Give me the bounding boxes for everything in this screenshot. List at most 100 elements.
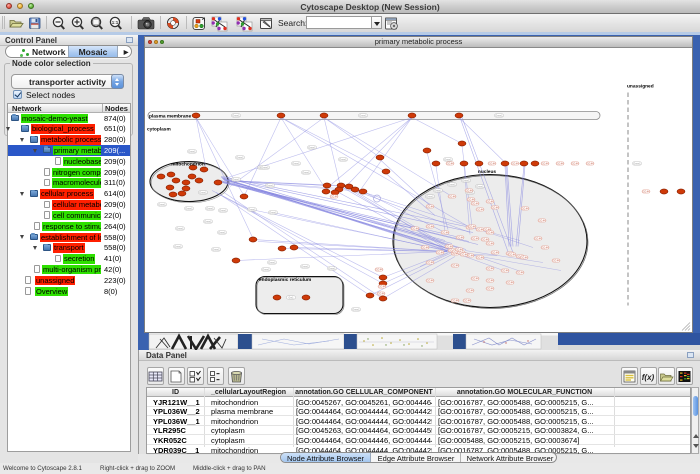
svg-text:GO:44: GO:44 (476, 208, 484, 211)
svg-text:Gmm1: Gmm1 (434, 189, 442, 192)
svg-text:mitochondrion: mitochondrion (171, 162, 205, 168)
svg-text:plasma membrane: plasma membrane (149, 113, 191, 119)
svg-text:GO:44: GO:44 (426, 225, 434, 228)
svg-text:GO:44: GO:44 (467, 198, 475, 201)
svg-text:Gmm1: Gmm1 (308, 146, 316, 149)
svg-text:Gmm1: Gmm1 (219, 209, 227, 212)
svg-text:GO:44: GO:44 (586, 162, 594, 165)
svg-text:GO:44: GO:44 (511, 162, 519, 165)
svg-text:GO:44: GO:44 (486, 200, 494, 203)
svg-text:GO:44: GO:44 (468, 225, 476, 228)
svg-text:GO:44: GO:44 (378, 285, 386, 288)
svg-text:GO:44: GO:44 (488, 162, 496, 165)
svg-text:unassigned: unassigned (627, 84, 654, 90)
svg-text:GO:44: GO:44 (491, 251, 499, 254)
svg-text:Gmm1: Gmm1 (199, 191, 207, 194)
svg-text:Gmm1: Gmm1 (185, 207, 193, 210)
svg-text:Gmm1: Gmm1 (158, 203, 166, 206)
svg-text:1:1: 1:1 (112, 20, 119, 25)
svg-text:GO:44: GO:44 (471, 202, 479, 205)
svg-text:GO:44: GO:44 (460, 253, 468, 256)
svg-text:GO:44: GO:44 (426, 205, 434, 208)
svg-text:GO:44: GO:44 (436, 251, 444, 254)
svg-text:GO:44: GO:44 (486, 231, 494, 234)
svg-text:GO:44: GO:44 (571, 162, 579, 165)
svg-text:GO:44: GO:44 (486, 287, 494, 290)
svg-text:Gm1: Gm1 (288, 296, 294, 299)
svg-text:Gmm1: Gmm1 (212, 248, 220, 251)
svg-text:GO:44: GO:44 (501, 269, 509, 272)
svg-text:GO:44: GO:44 (491, 206, 499, 209)
svg-text:Gmm1: Gmm1 (495, 114, 503, 117)
svg-text:GO:44: GO:44 (556, 162, 564, 165)
svg-text:GO:44: GO:44 (642, 190, 650, 193)
svg-text:Gmm1: Gmm1 (218, 231, 226, 234)
svg-text:GO:44: GO:44 (451, 299, 459, 302)
svg-text:GO:44: GO:44 (476, 256, 484, 259)
svg-text:Gmm1: Gmm1 (352, 308, 360, 311)
svg-text:Gmm1: Gmm1 (301, 265, 309, 268)
svg-text:GO:44: GO:44 (541, 162, 549, 165)
svg-text:GO:44: GO:44 (455, 248, 463, 251)
svg-text:GO:44: GO:44 (508, 253, 516, 256)
svg-text:Gmm1: Gmm1 (236, 156, 244, 159)
svg-text:GO:44: GO:44 (486, 279, 494, 282)
svg-text:GO:44: GO:44 (463, 299, 471, 302)
svg-text:Gmm1: Gmm1 (262, 268, 270, 271)
svg-text:GO:44: GO:44 (465, 189, 473, 192)
svg-text:Gmm1: Gmm1 (232, 178, 240, 181)
svg-text:Gmm1: Gmm1 (232, 114, 240, 117)
svg-text:Gmm1: Gmm1 (176, 227, 184, 230)
svg-text:GO:44: GO:44 (486, 242, 494, 245)
svg-text:GO:44: GO:44 (445, 245, 453, 248)
svg-text:GO:44: GO:44 (421, 246, 429, 249)
svg-text:Gmm1: Gmm1 (328, 267, 336, 270)
svg-text:GO:44: GO:44 (541, 246, 549, 249)
svg-text:Gmm1: Gmm1 (359, 114, 367, 117)
svg-text:nucleus: nucleus (478, 169, 496, 175)
svg-text:Gmm1: Gmm1 (444, 158, 452, 161)
svg-text:GO:44: GO:44 (486, 267, 494, 270)
svg-text:GO:44: GO:44 (538, 219, 546, 222)
svg-text:GO:44: GO:44 (426, 279, 434, 282)
svg-text:Gmm1: Gmm1 (476, 185, 484, 188)
svg-text:Gmm1: Gmm1 (339, 158, 347, 161)
svg-text:Gmm1: Gmm1 (302, 171, 310, 174)
svg-text:GO:44: GO:44 (446, 162, 454, 165)
svg-text:Gmm1: Gmm1 (292, 162, 300, 165)
svg-text:GO:44: GO:44 (481, 238, 489, 241)
svg-text:Gmm1: Gmm1 (206, 207, 214, 210)
svg-text:GO:44: GO:44 (471, 277, 479, 280)
svg-text:Gmm1: Gmm1 (633, 162, 641, 165)
svg-text:Gmm1: Gmm1 (188, 150, 196, 153)
svg-text:Gmm1: Gmm1 (174, 245, 182, 248)
svg-text:GO:44: GO:44 (451, 264, 459, 267)
svg-text:GO:44: GO:44 (552, 259, 560, 262)
svg-text:GO:44: GO:44 (516, 271, 524, 274)
svg-text:GO:44: GO:44 (411, 227, 419, 230)
svg-text:GO:44: GO:44 (448, 195, 456, 198)
svg-text:GO:44: GO:44 (534, 237, 542, 240)
svg-text:endoplasmic reticulum: endoplasmic reticulum (259, 277, 311, 283)
svg-text:GO:44: GO:44 (521, 207, 529, 210)
svg-text:GO:44: GO:44 (506, 281, 514, 284)
svg-text:GO:44: GO:44 (330, 195, 338, 198)
svg-text:Gmm1: Gmm1 (204, 220, 212, 223)
svg-text:GO:44: GO:44 (426, 261, 434, 264)
svg-text:cytoplasm: cytoplasm (147, 127, 171, 133)
svg-text:Gmm1: Gmm1 (269, 211, 277, 214)
svg-text:Gmm1: Gmm1 (261, 166, 269, 169)
svg-text:GO:44: GO:44 (375, 268, 383, 271)
svg-text:GO:44: GO:44 (456, 236, 464, 239)
svg-text:GO:44: GO:44 (377, 292, 385, 295)
svg-text:Gmm1: Gmm1 (248, 208, 256, 211)
svg-text:Gmm1: Gmm1 (268, 261, 276, 264)
svg-text:Gmm1: Gmm1 (426, 195, 434, 198)
svg-text:Gmm1: Gmm1 (448, 183, 456, 186)
svg-text:GO:44: GO:44 (520, 256, 528, 259)
svg-text:Gmm1: Gmm1 (462, 179, 470, 182)
svg-text:GO:44: GO:44 (471, 237, 479, 240)
svg-text:GO:44: GO:44 (441, 231, 449, 234)
svg-text:GO:44: GO:44 (466, 289, 474, 292)
svg-text:Gmm1: Gmm1 (266, 184, 274, 187)
